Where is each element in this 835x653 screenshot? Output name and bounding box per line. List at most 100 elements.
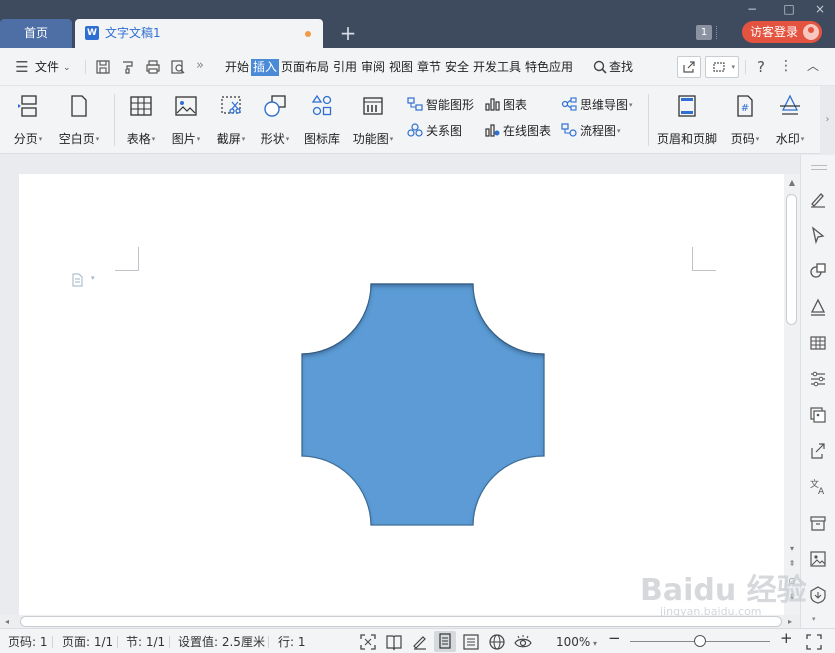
menu-references[interactable]: 引用 <box>333 59 357 76</box>
hamburger-menu-icon[interactable]: ☰ <box>14 59 30 75</box>
menu-special-apps[interactable]: 特色应用 <box>525 59 573 76</box>
scroll-left-icon[interactable]: ◂ <box>5 615 9 628</box>
menu-review[interactable]: 审阅 <box>361 59 385 76</box>
baidu-jingyan-watermark-url: jingyan.baidu.com <box>660 605 762 618</box>
collapse-ribbon-icon[interactable]: ︿ <box>805 58 821 74</box>
save-icon[interactable] <box>95 59 111 75</box>
menu-developer-tools[interactable]: 开发工具 <box>473 59 521 76</box>
ribbon-scroll-right-button[interactable]: › <box>820 86 835 154</box>
archive-box-icon[interactable] <box>808 513 828 533</box>
picture-button[interactable]: 图片▾ <box>167 94 205 147</box>
help-icon[interactable]: ? <box>753 59 769 75</box>
print-icon[interactable] <box>145 59 161 75</box>
fullscreen-icon[interactable] <box>359 633 377 651</box>
menu-page-layout[interactable]: 页面布局 <box>281 59 329 76</box>
document-page[interactable]: ▾ <box>19 174 784 615</box>
icon-library-button[interactable]: 图标库 <box>302 94 342 147</box>
flowchart-button[interactable]: 流程图▾ <box>561 123 621 139</box>
header-footer-button[interactable]: 页眉和页脚 <box>655 94 719 147</box>
status-divider <box>52 636 53 648</box>
backup-shield-icon[interactable] <box>808 585 828 605</box>
table-button[interactable]: 表格▾ <box>122 94 160 147</box>
chevron-down-icon[interactable]: ⌄ <box>63 60 71 76</box>
template-dropdown-button[interactable]: ▾ <box>705 56 739 78</box>
vertical-scrollbar[interactable]: ▲ ▾ ⇞ ○ ⇟ <box>784 174 800 615</box>
settings-sliders-icon[interactable] <box>808 369 828 389</box>
zoom-level[interactable]: 100% <box>556 635 590 649</box>
plaque-shape[interactable] <box>301 282 546 526</box>
window-count-badge[interactable]: 1 <box>696 25 712 40</box>
shape-format-icon[interactable] <box>808 261 828 281</box>
file-menu[interactable]: 文件 <box>35 59 59 76</box>
more-quick-tools-icon[interactable]: » <box>196 58 204 74</box>
search-icon[interactable] <box>593 60 607 74</box>
chevron-down-icon[interactable]: ▾ <box>812 615 816 623</box>
menu-section[interactable]: 章节 <box>417 59 441 76</box>
minimize-button[interactable]: − <box>742 0 762 18</box>
fit-window-icon[interactable] <box>805 633 823 651</box>
chevron-down-icon[interactable]: ▾ <box>593 637 597 651</box>
vertical-scroll-thumb[interactable] <box>786 194 797 325</box>
relation-chart-button[interactable]: 关系图 <box>407 123 462 139</box>
text-style-icon[interactable] <box>808 297 828 317</box>
menu-view[interactable]: 视图 <box>389 59 413 76</box>
page-break-button[interactable]: 分页▾ <box>10 94 46 147</box>
page-number-button[interactable]: # 页码▾ <box>726 94 764 147</box>
chart-button[interactable]: 图表 <box>484 97 527 113</box>
menu-start[interactable]: 开始 <box>225 59 249 76</box>
new-tab-button[interactable]: + <box>338 21 358 45</box>
format-painter-icon[interactable] <box>120 59 136 75</box>
image-gallery-icon[interactable] <box>808 405 828 425</box>
blank-page-button[interactable]: 空白页▾ <box>55 94 103 147</box>
reading-mode-icon[interactable] <box>385 633 403 651</box>
mind-map-button[interactable]: 思维导图▾ <box>561 97 633 113</box>
status-page-number[interactable]: 页码: 1 <box>8 635 48 649</box>
status-setting-value[interactable]: 设置值: 2.5厘米 <box>178 635 265 649</box>
picture-library-icon[interactable] <box>808 549 828 569</box>
page-view-button[interactable] <box>434 631 456 652</box>
table-label: 表格 <box>126 132 151 146</box>
watermark-icon <box>780 94 800 115</box>
search-label[interactable]: 查找 <box>609 59 633 76</box>
paragraph-layout-icon[interactable] <box>71 273 83 287</box>
menu-insert[interactable]: 插入 <box>251 59 280 76</box>
print-preview-icon[interactable] <box>170 59 186 75</box>
export-icon[interactable] <box>808 441 828 461</box>
pen-icon[interactable] <box>808 189 828 209</box>
web-layout-icon[interactable] <box>488 633 506 651</box>
zoom-out-button[interactable]: − <box>608 631 621 646</box>
maximize-button[interactable]: □ <box>779 0 799 18</box>
close-window-button[interactable]: × <box>810 0 830 18</box>
scroll-down-icon[interactable]: ▾ <box>784 544 800 553</box>
page-number-icon: # <box>737 95 753 117</box>
screenshot-button[interactable]: 截屏▾ <box>211 94 251 147</box>
outline-view-icon[interactable] <box>462 633 480 651</box>
icon-library-label: 图标库 <box>303 132 340 146</box>
zoom-in-button[interactable]: + <box>780 631 793 646</box>
zoom-slider-knob[interactable] <box>694 635 706 647</box>
picture-label: 图片 <box>171 132 196 146</box>
guest-login-button[interactable]: 访客登录 <box>742 21 822 43</box>
translate-icon[interactable]: 文A <box>808 477 828 497</box>
status-section[interactable]: 节: 1/1 <box>126 635 165 649</box>
eye-protection-icon[interactable] <box>514 633 532 651</box>
online-chart-button[interactable]: 在线图表 <box>484 123 551 139</box>
shapes-button[interactable]: 形状▾ <box>256 94 294 147</box>
pen-annotation-icon[interactable] <box>411 633 429 651</box>
cursor-select-icon[interactable] <box>808 225 828 245</box>
ribbon-divider <box>114 94 115 146</box>
smart-art-button[interactable]: 智能图形 <box>407 97 474 113</box>
more-options-icon[interactable]: ⋮ <box>779 58 793 74</box>
chevron-down-icon[interactable]: ▾ <box>91 274 95 282</box>
menu-security[interactable]: 安全 <box>445 59 469 76</box>
document-tab[interactable]: W 文字文稿1 <box>75 19 323 48</box>
status-pages[interactable]: 页面: 1/1 <box>62 635 113 649</box>
scroll-right-icon[interactable]: ▸ <box>788 615 792 628</box>
scroll-up-icon[interactable]: ▲ <box>784 178 800 187</box>
home-tab[interactable]: 首页 <box>0 19 72 48</box>
function-chart-button[interactable]: 功能图▾ <box>350 94 396 147</box>
table-style-icon[interactable] <box>808 333 828 353</box>
watermark-button[interactable]: 水印▾ <box>771 94 809 147</box>
share-button[interactable] <box>677 56 701 78</box>
status-row[interactable]: 行: 1 <box>278 635 306 649</box>
